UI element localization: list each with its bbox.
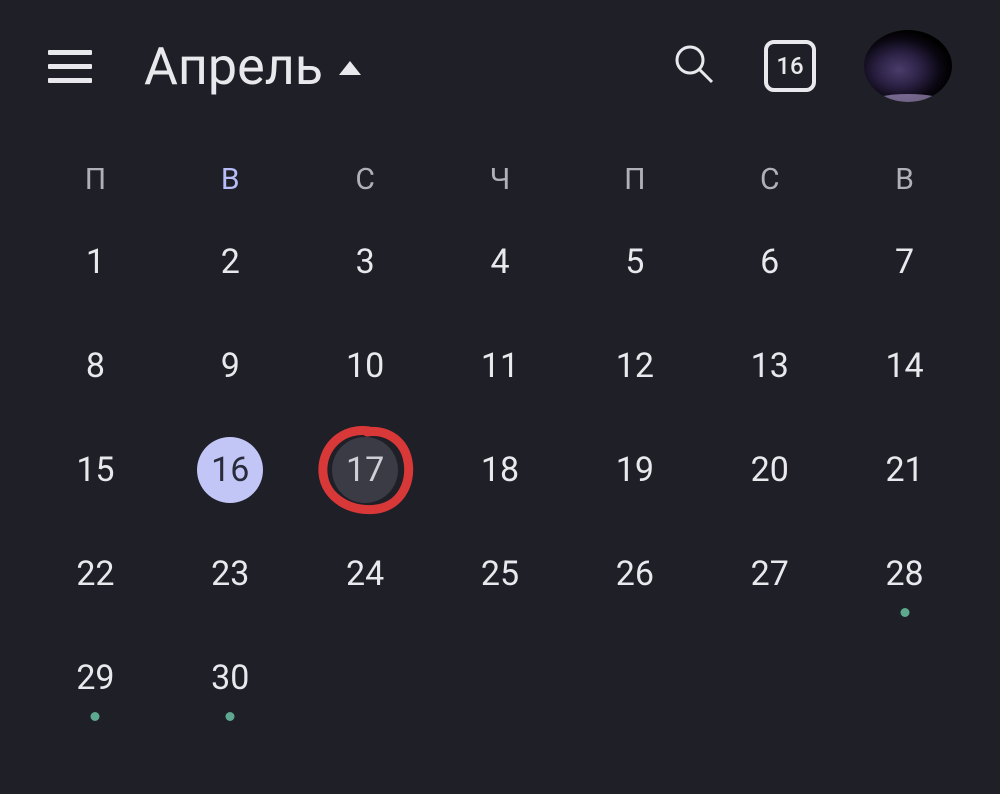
day-number: 19: [616, 450, 654, 490]
day-number: 22: [76, 554, 114, 594]
weekday-label: С: [702, 162, 837, 197]
day-number: 15: [76, 450, 114, 490]
calendar-day[interactable]: 18: [433, 443, 568, 497]
weekday-label: Ч: [433, 162, 568, 197]
day-number: 13: [751, 346, 789, 386]
search-icon[interactable]: [672, 42, 716, 90]
day-number: 25: [481, 554, 519, 594]
day-number: 21: [885, 450, 923, 490]
calendar-day[interactable]: 12: [567, 339, 702, 393]
today-button[interactable]: 16: [764, 40, 816, 92]
calendar: ПВСЧПСВ 12345678910111213141516171819202…: [0, 122, 1000, 705]
menu-icon[interactable]: [48, 42, 96, 90]
calendar-day[interactable]: 25: [433, 547, 568, 601]
day-number: 2: [221, 242, 240, 282]
calendar-day[interactable]: 23: [163, 547, 298, 601]
day-number: 30: [211, 658, 249, 698]
header-actions: 16: [672, 30, 952, 102]
calendar-day[interactable]: 21: [837, 443, 972, 497]
day-number: 4: [490, 242, 509, 282]
calendar-day-empty: [433, 651, 568, 705]
day-number: 17: [332, 437, 398, 503]
day-number: 23: [211, 554, 249, 594]
calendar-grid: 1234567891011121314151617181920212223242…: [28, 235, 972, 705]
weekday-label: В: [837, 162, 972, 197]
calendar-day[interactable]: 29: [28, 651, 163, 705]
calendar-day[interactable]: 11: [433, 339, 568, 393]
calendar-day[interactable]: 27: [702, 547, 837, 601]
calendar-day[interactable]: 6: [702, 235, 837, 289]
avatar[interactable]: [864, 30, 952, 102]
day-number: 27: [751, 554, 789, 594]
event-dot-icon: [91, 712, 100, 721]
calendar-day[interactable]: 26: [567, 547, 702, 601]
calendar-day[interactable]: 9: [163, 339, 298, 393]
day-number: 12: [616, 346, 654, 386]
day-number: 3: [356, 242, 375, 282]
month-label: Апрель: [144, 36, 323, 97]
calendar-day[interactable]: 30: [163, 651, 298, 705]
calendar-day[interactable]: 20: [702, 443, 837, 497]
app-header: Апрель 16: [0, 0, 1000, 122]
day-number: 10: [346, 346, 384, 386]
today-number: 16: [776, 52, 803, 80]
calendar-day[interactable]: 15: [28, 443, 163, 497]
chevron-up-icon: [339, 61, 361, 75]
calendar-day[interactable]: 14: [837, 339, 972, 393]
calendar-day[interactable]: 19: [567, 443, 702, 497]
calendar-day[interactable]: 4: [433, 235, 568, 289]
calendar-day[interactable]: 28: [837, 547, 972, 601]
calendar-day[interactable]: 2: [163, 235, 298, 289]
day-number: 20: [751, 450, 789, 490]
calendar-day[interactable]: 10: [298, 339, 433, 393]
calendar-day-empty: [567, 651, 702, 705]
day-number: 11: [481, 346, 519, 386]
event-dot-icon: [226, 712, 235, 721]
weekday-row: ПВСЧПСВ: [28, 162, 972, 197]
month-selector[interactable]: Апрель: [144, 36, 624, 97]
calendar-day[interactable]: 5: [567, 235, 702, 289]
calendar-day[interactable]: 22: [28, 547, 163, 601]
day-number: 14: [885, 346, 923, 386]
calendar-day-empty: [702, 651, 837, 705]
calendar-day[interactable]: 24: [298, 547, 433, 601]
day-number: 7: [895, 242, 914, 282]
day-number: 28: [885, 554, 923, 594]
day-number: 24: [346, 554, 384, 594]
event-dot-icon: [900, 608, 909, 617]
day-number: 9: [221, 346, 240, 386]
day-number: 16: [197, 437, 263, 503]
calendar-day-empty: [298, 651, 433, 705]
day-number: 5: [625, 242, 644, 282]
day-number: 26: [616, 554, 654, 594]
day-number: 1: [86, 242, 105, 282]
calendar-day[interactable]: 17: [298, 443, 433, 497]
weekday-label: П: [567, 162, 702, 197]
calendar-day[interactable]: 3: [298, 235, 433, 289]
calendar-day-empty: [837, 651, 972, 705]
calendar-day[interactable]: 8: [28, 339, 163, 393]
day-number: 8: [86, 346, 105, 386]
day-number: 29: [76, 658, 114, 698]
calendar-day[interactable]: 1: [28, 235, 163, 289]
weekday-label: П: [28, 162, 163, 197]
weekday-label: В: [163, 162, 298, 197]
day-number: 6: [760, 242, 779, 282]
calendar-day[interactable]: 7: [837, 235, 972, 289]
day-number: 18: [481, 450, 519, 490]
weekday-label: С: [298, 162, 433, 197]
calendar-day[interactable]: 13: [702, 339, 837, 393]
calendar-day[interactable]: 16: [163, 443, 298, 497]
